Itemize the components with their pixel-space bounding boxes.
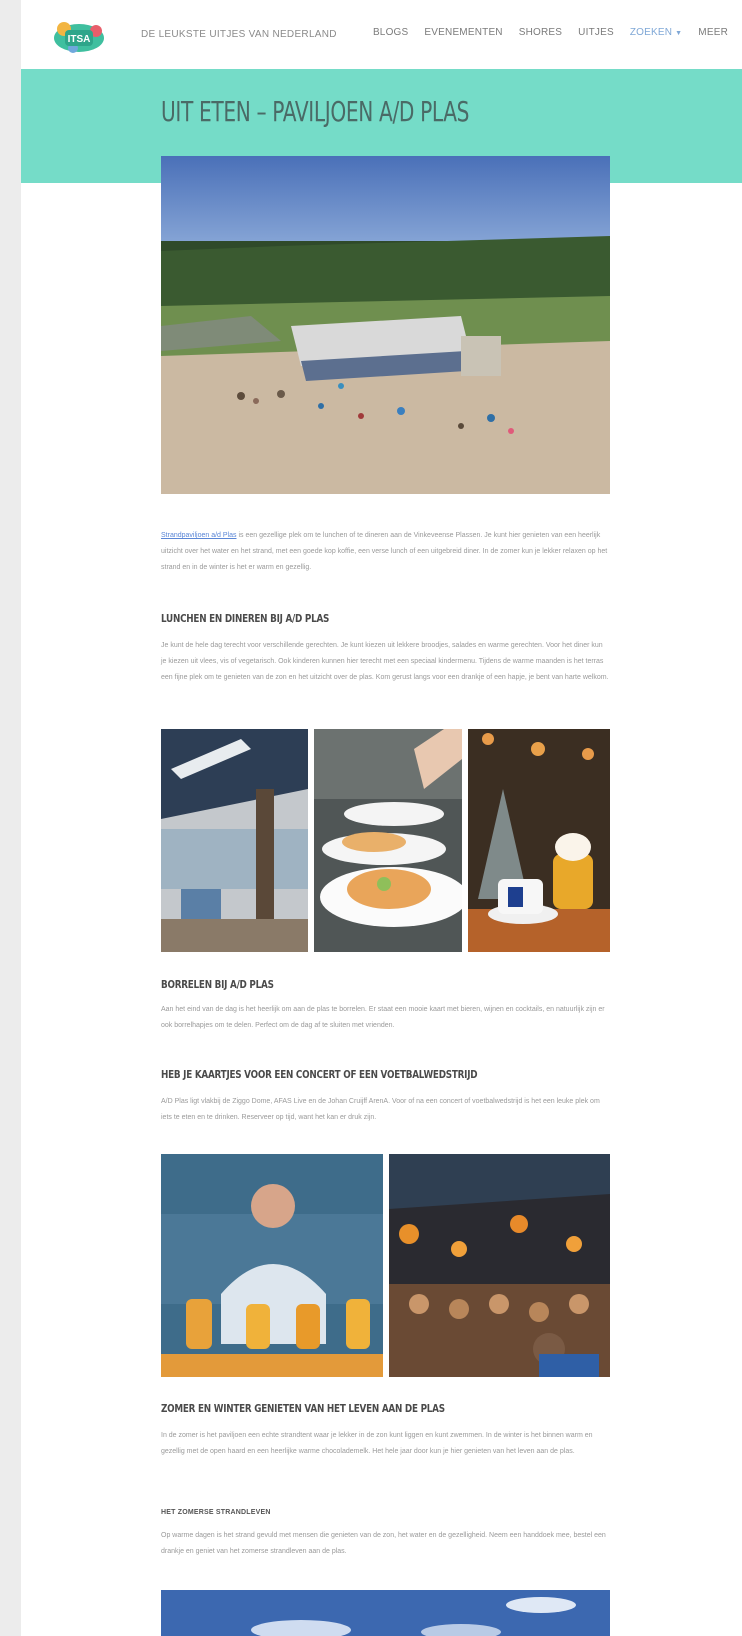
section-borrelen: BORRELEN BIJ A/D PLAS <box>161 978 610 991</box>
gallery-image-interior <box>161 729 308 952</box>
section-heading: BORRELEN BIJ A/D PLAS <box>161 978 274 991</box>
section-strandleven: HET ZOMERSE STRANDLEVEN <box>161 1509 610 1516</box>
hero-image-pavilion <box>161 156 610 494</box>
section-paragraph: A/D Plas ligt vlakbij de Ziggo Dome, AFA… <box>161 1098 600 1121</box>
intro-block: Strandpaviljoen a/d Plas is een gezellig… <box>161 528 610 576</box>
intro-link[interactable]: Strandpaviljoen a/d Plas <box>161 532 237 539</box>
page-title: UIT ETEN – PAVILJOEN A/D PLAS <box>161 95 470 128</box>
bottom-image-sky <box>161 1590 610 1636</box>
section-lunch-body: Je kunt de hele dag terecht voor verschi… <box>161 638 610 686</box>
gallery-image-crowd <box>389 1154 610 1377</box>
section-concert-body: A/D Plas ligt vlakbij de Ziggo Dome, AFA… <box>161 1094 610 1126</box>
nav-evenementen[interactable]: EVENEMENTEN <box>424 27 502 38</box>
nav-zoeken[interactable]: ZOEKEN ▼ <box>630 27 682 38</box>
gallery-image-coffee <box>468 729 610 952</box>
section-paragraph: Aan het eind van de dag is het heerlijk … <box>161 1006 605 1029</box>
section-paragraph: Op warme dagen is het strand gevuld met … <box>161 1532 606 1555</box>
section-borrelen-body: Aan het eind van de dag is het heerlijk … <box>161 1002 610 1034</box>
nav-meer[interactable]: MEER <box>698 27 728 38</box>
nav-zoeken-label: ZOEKEN <box>629 27 673 38</box>
gallery-image-food <box>314 729 462 952</box>
section-zomer-winter-body: In de zomer is het paviljoen een echte s… <box>161 1428 610 1460</box>
section-heading: ZOMER EN WINTER GENIETEN VAN HET LEVEN A… <box>161 1402 445 1415</box>
main-nav: BLOGS EVENEMENTEN SHORES UITJES ZOEKEN ▼ … <box>373 27 728 38</box>
section-strandleven-body: Op warme dagen is het strand gevuld met … <box>161 1528 610 1560</box>
section-concert: HEB JE KAARTJES VOOR EEN CONCERT OF EEN … <box>161 1068 610 1081</box>
gallery-image-bartender <box>161 1154 383 1377</box>
svg-text:ITSA: ITSA <box>68 34 91 45</box>
section-lunch: LUNCHEN EN DINEREN BIJ A/D PLAS <box>161 612 610 625</box>
section-zomer-winter: ZOMER EN WINTER GENIETEN VAN HET LEVEN A… <box>161 1402 610 1415</box>
section-heading: LUNCHEN EN DINEREN BIJ A/D PLAS <box>161 612 330 625</box>
site-tagline: DE LEUKSTE UITJES VAN NEDERLAND <box>141 29 337 40</box>
site-header: ITSA DE LEUKSTE UITJES VAN NEDERLAND BLO… <box>21 5 742 69</box>
chevron-down-icon: ▼ <box>675 30 683 37</box>
nav-blogs[interactable]: BLOGS <box>373 27 408 38</box>
nav-shores[interactable]: SHORES <box>519 27 562 38</box>
section-paragraph: In de zomer is het paviljoen een echte s… <box>161 1432 593 1455</box>
section-paragraph: Je kunt de hele dag terecht voor verschi… <box>161 642 609 681</box>
nav-uitjes[interactable]: UITJES <box>578 27 614 38</box>
site-logo[interactable]: ITSA <box>51 19 107 55</box>
subsection-heading: HET ZOMERSE STRANDLEVEN <box>161 1509 271 1516</box>
section-heading: HEB JE KAARTJES VOOR EEN CONCERT OF EEN … <box>161 1068 478 1081</box>
page: ITSA DE LEUKSTE UITJES VAN NEDERLAND BLO… <box>21 0 742 1636</box>
intro-paragraph: Strandpaviljoen a/d Plas is een gezellig… <box>161 528 610 576</box>
